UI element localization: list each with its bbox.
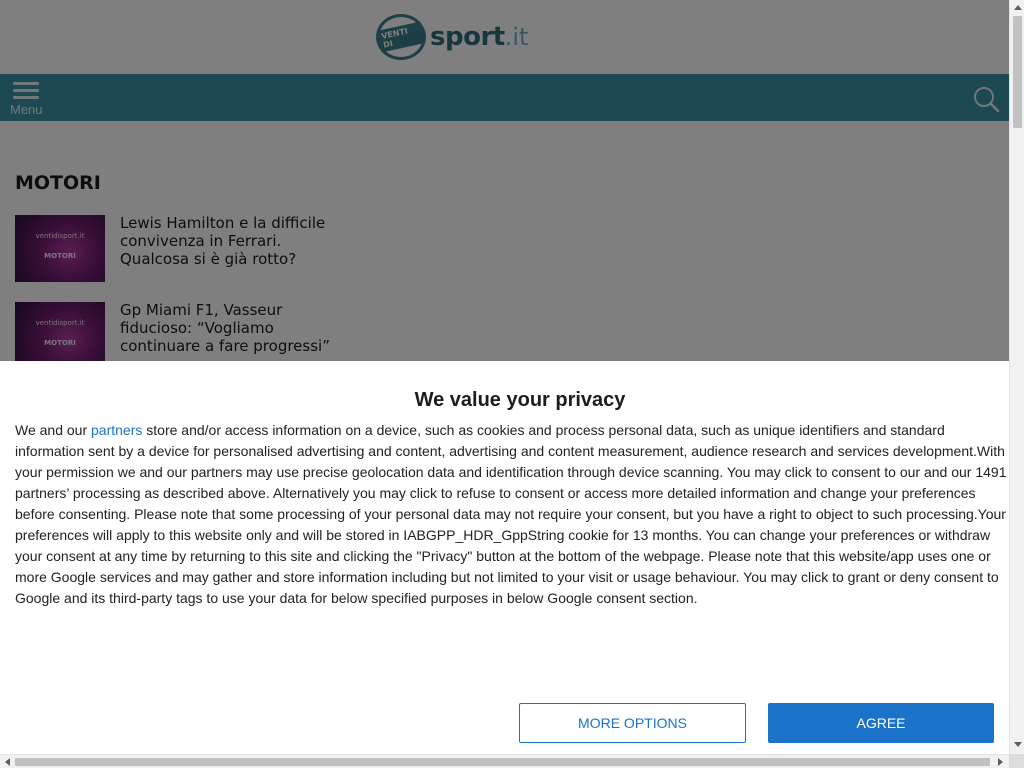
more-options-button[interactable]: MORE OPTIONS <box>519 703 746 743</box>
consent-body-intro: We and our <box>15 422 92 438</box>
vertical-scroll-thumb[interactable] <box>1013 16 1022 128</box>
consent-title: We value your privacy <box>414 389 626 411</box>
consent-body-text: store and/or access information on a dev… <box>15 422 1007 606</box>
scroll-left-arrow-icon[interactable] <box>5 758 10 766</box>
scroll-right-arrow-icon[interactable] <box>998 758 1003 766</box>
vertical-scrollbar[interactable] <box>1009 0 1024 754</box>
consent-body: We and our partners store and/or access … <box>15 420 1011 609</box>
scrollbar-corner <box>1009 754 1024 768</box>
agree-button[interactable]: AGREE <box>768 703 994 743</box>
partners-link[interactable]: partners <box>91 422 142 438</box>
horizontal-scroll-thumb[interactable] <box>15 758 990 766</box>
scroll-down-arrow-icon[interactable] <box>1014 742 1022 747</box>
horizontal-scrollbar[interactable] <box>0 754 1009 768</box>
consent-dialog: We value your privacy We and our partner… <box>0 361 1009 754</box>
scroll-up-arrow-icon[interactable] <box>1014 5 1022 10</box>
